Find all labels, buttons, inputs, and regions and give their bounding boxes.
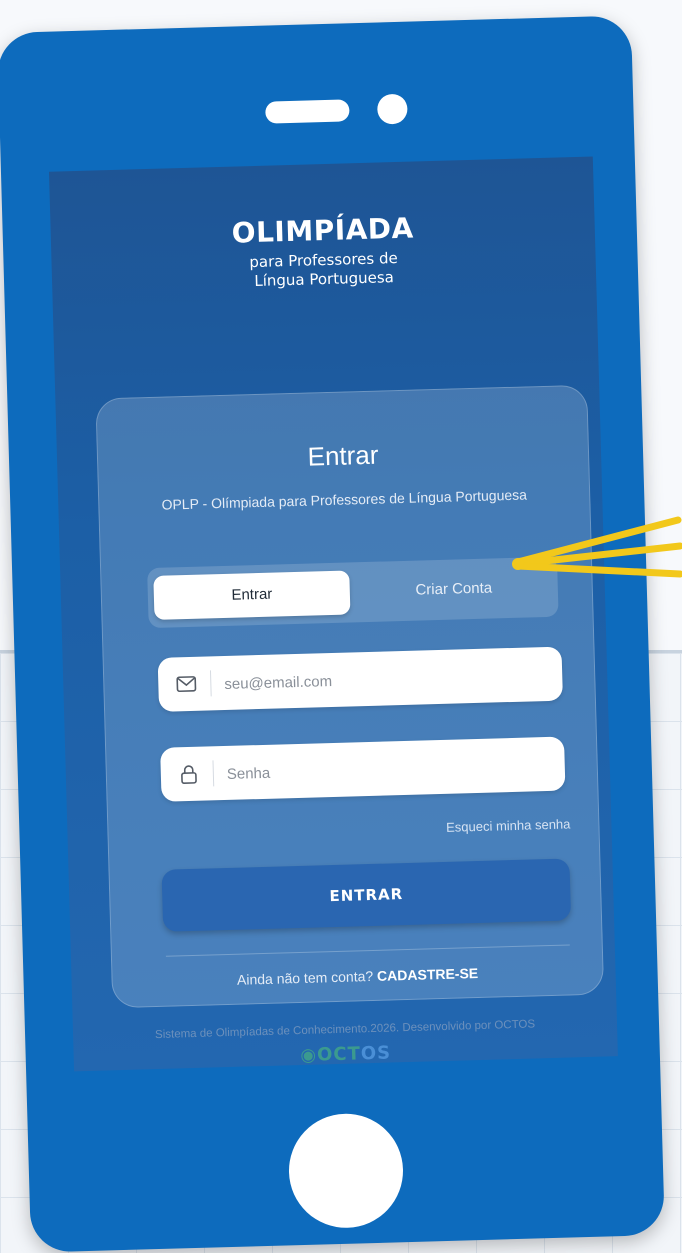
password-field-separator bbox=[212, 760, 215, 787]
login-submit-button[interactable]: ENTRAR bbox=[161, 858, 572, 932]
brand-header: OLIMPÍADA para Professores de Língua Por… bbox=[50, 206, 596, 296]
email-input[interactable] bbox=[221, 657, 547, 703]
password-field[interactable] bbox=[160, 736, 566, 802]
email-field-separator bbox=[209, 670, 212, 697]
card-title: Entrar bbox=[307, 439, 379, 472]
email-field[interactable] bbox=[157, 646, 563, 712]
footer-logo-main: OCT bbox=[316, 1043, 362, 1066]
annotation-arrow-icon bbox=[512, 516, 682, 578]
tab-login[interactable]: Entrar bbox=[153, 570, 351, 620]
octos-logo-icon: ◉ bbox=[300, 1044, 318, 1067]
footer-logo: ◉OCTOS bbox=[74, 1036, 618, 1071]
password-input[interactable] bbox=[224, 746, 550, 793]
footer-logo-tail: OS bbox=[360, 1042, 392, 1065]
lock-icon bbox=[177, 762, 202, 787]
phone-screen: OLIMPÍADA para Professores de Língua Por… bbox=[48, 156, 618, 1072]
phone-camera bbox=[376, 93, 408, 125]
phone-frame: OLIMPÍADA para Professores de Língua Por… bbox=[0, 15, 665, 1253]
auth-tabs: Entrar Criar Conta bbox=[147, 556, 559, 629]
signup-link[interactable]: CADASTRE-SE bbox=[377, 965, 479, 984]
phone-speaker bbox=[265, 99, 350, 124]
card-subtitle: OPLP - Olímpiada para Professores de Lín… bbox=[161, 486, 528, 513]
card-divider bbox=[165, 944, 570, 957]
signup-prompt: Ainda não tem conta? bbox=[236, 967, 374, 988]
home-button bbox=[287, 1112, 405, 1230]
signup-row: Ainda não tem conta? CADASTRE-SE bbox=[112, 962, 602, 992]
forgot-password-link[interactable]: Esqueci minha senha bbox=[378, 816, 571, 836]
mail-icon bbox=[174, 672, 199, 697]
login-card: Entrar OPLP - Olímpiada para Professores… bbox=[95, 384, 605, 1009]
